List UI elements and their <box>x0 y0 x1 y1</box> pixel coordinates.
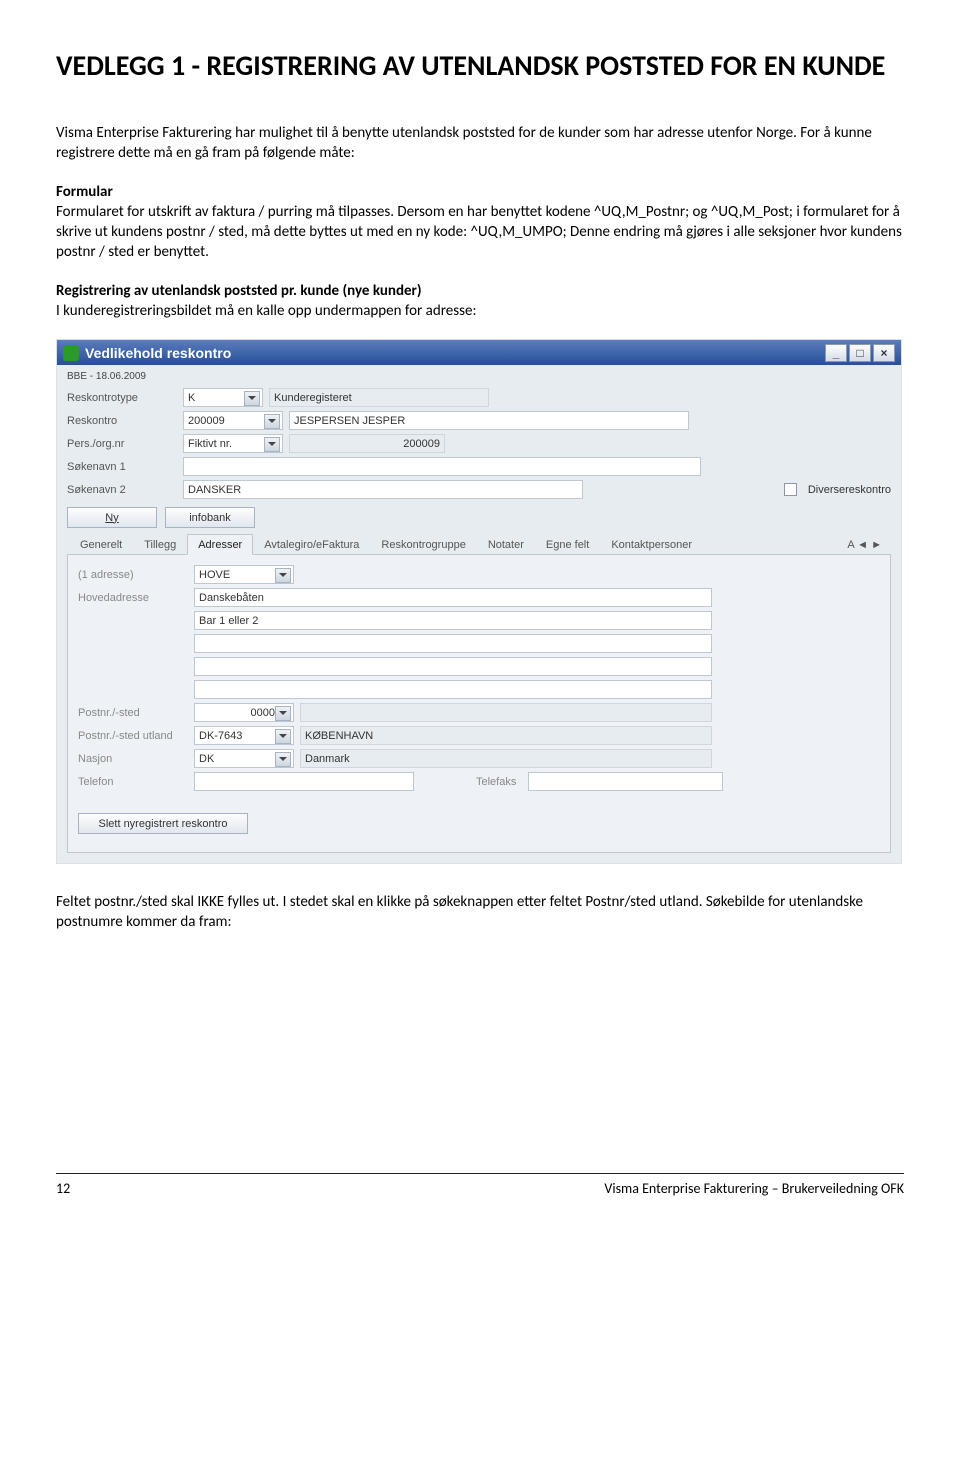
postnr-utland-code-input[interactable]: DK-7643 <box>194 726 294 745</box>
minimize-button[interactable]: _ <box>825 344 847 362</box>
chevron-left-icon: ◄ <box>857 539 868 551</box>
sokenavn1-input[interactable] <box>183 457 701 476</box>
tab-overflow[interactable]: A ◄ ► <box>840 534 889 554</box>
tab-avtalegiro[interactable]: Avtalegiro/eFaktura <box>253 534 370 554</box>
label-sokenavn2: Søkenavn 2 <box>67 484 177 496</box>
sokenavn2-input[interactable]: DANSKER <box>183 480 583 499</box>
postnr-sted-code-input[interactable]: 0000 <box>194 703 294 722</box>
app-window: Vedlikehold reskontro _ □ × BBE - 18.06.… <box>56 339 902 864</box>
label-telefon: Telefon <box>78 776 188 788</box>
infobank-button[interactable]: infobank <box>165 507 255 528</box>
label-nasjon: Nasjon <box>78 753 188 765</box>
label-hovedadresse: Hovedadresse <box>78 592 188 604</box>
ny-button[interactable]: Ny <box>67 507 157 528</box>
tab-row: Generelt Tillegg Adresser Avtalegiro/eFa… <box>67 534 891 555</box>
tab-notater[interactable]: Notater <box>477 534 535 554</box>
formular-paragraph: Formular Formularet for utskrift av fakt… <box>56 182 904 263</box>
nasjon-name: Danmark <box>300 749 712 768</box>
page-number: 12 <box>56 1180 70 1197</box>
formular-heading: Formular <box>56 183 113 201</box>
window-title: Vedlikehold reskontro <box>85 345 231 361</box>
reskontro-code-input[interactable]: 200009 <box>183 411 283 430</box>
address-line3-input[interactable] <box>194 634 712 653</box>
postnr-sted-name <box>300 703 712 722</box>
label-telefaks: Telefaks <box>476 776 516 788</box>
date-line: BBE - 18.06.2009 <box>67 371 891 382</box>
label-diversereskontro: Diversereskontro <box>808 484 891 496</box>
registration-paragraph: Registrering av utenlandsk poststed pr. … <box>56 281 904 322</box>
maximize-button[interactable]: □ <box>849 344 871 362</box>
page-title: VEDLEGG 1 - REGISTRERING AV UTENLANDSK P… <box>56 48 904 83</box>
label-reskontrotype: Reskontrotype <box>67 392 177 404</box>
tab-generelt[interactable]: Generelt <box>69 534 133 554</box>
formular-body: Formularet for utskrift av faktura / pur… <box>56 203 902 262</box>
label-sokenavn1: Søkenavn 1 <box>67 461 177 473</box>
page-footer: 12 Visma Enterprise Fakturering – Bruker… <box>56 1180 904 1197</box>
tab-reskontrogruppe[interactable]: Reskontrogruppe <box>370 534 476 554</box>
window-controls: _ □ × <box>825 344 895 362</box>
registration-body: I kunderegistreringsbildet må en kalle o… <box>56 302 476 320</box>
persorg-value: 200009 <box>289 434 445 453</box>
titlebar: Vedlikehold reskontro _ □ × <box>57 340 901 365</box>
chevron-right-icon: ► <box>871 539 882 551</box>
postnr-utland-city: KØBENHAVN <box>300 726 712 745</box>
tab-kontaktpersoner[interactable]: Kontaktpersoner <box>600 534 703 554</box>
footer-divider <box>56 1173 904 1174</box>
reskontro-name-input[interactable]: JESPERSEN JESPER <box>289 411 689 430</box>
hovedadresse-input[interactable]: Danskebåten <box>194 588 712 607</box>
tab-tillegg[interactable]: Tillegg <box>133 534 187 554</box>
reskontrotype-code-input[interactable]: K <box>183 388 263 407</box>
close-button[interactable]: × <box>873 344 895 362</box>
tab-adresser[interactable]: Adresser <box>187 534 253 555</box>
app-icon <box>63 345 79 361</box>
label-postnr-sted-utland: Postnr./-sted utland <box>78 730 188 742</box>
footer-text: Visma Enterprise Fakturering – Brukervei… <box>604 1180 904 1197</box>
reskontrotype-desc: Kunderegisteret <box>269 388 489 407</box>
address-line2-input[interactable]: Bar 1 eller 2 <box>194 611 712 630</box>
address-line4-input[interactable] <box>194 657 712 676</box>
label-persorg: Pers./org.nr <box>67 438 177 450</box>
telefaks-input[interactable] <box>528 772 723 791</box>
slett-button[interactable]: Slett nyregistrert reskontro <box>78 813 248 834</box>
tab-content-adresser: (1 adresse) HOVE Hovedadresse Danskebåte… <box>67 555 891 853</box>
tab-egnefelt[interactable]: Egne felt <box>535 534 600 554</box>
diversereskontro-checkbox[interactable] <box>784 483 802 496</box>
registration-heading: Registrering av utenlandsk poststed pr. … <box>56 282 422 300</box>
nasjon-code-input[interactable]: DK <box>194 749 294 768</box>
label-reskontro: Reskontro <box>67 415 177 427</box>
after-image-paragraph: Feltet postnr./sted skal IKKE fylles ut.… <box>56 892 904 933</box>
tab-overflow-label: A <box>847 539 854 551</box>
telefon-input[interactable] <box>194 772 414 791</box>
address-line5-input[interactable] <box>194 680 712 699</box>
adr-code-input[interactable]: HOVE <box>194 565 294 584</box>
label-adr-count: (1 adresse) <box>78 569 188 581</box>
label-postnr-sted: Postnr./-sted <box>78 707 188 719</box>
persorg-type-input[interactable]: Fiktivt nr. <box>183 434 283 453</box>
intro-paragraph: Visma Enterprise Fakturering har mulighe… <box>56 123 904 164</box>
